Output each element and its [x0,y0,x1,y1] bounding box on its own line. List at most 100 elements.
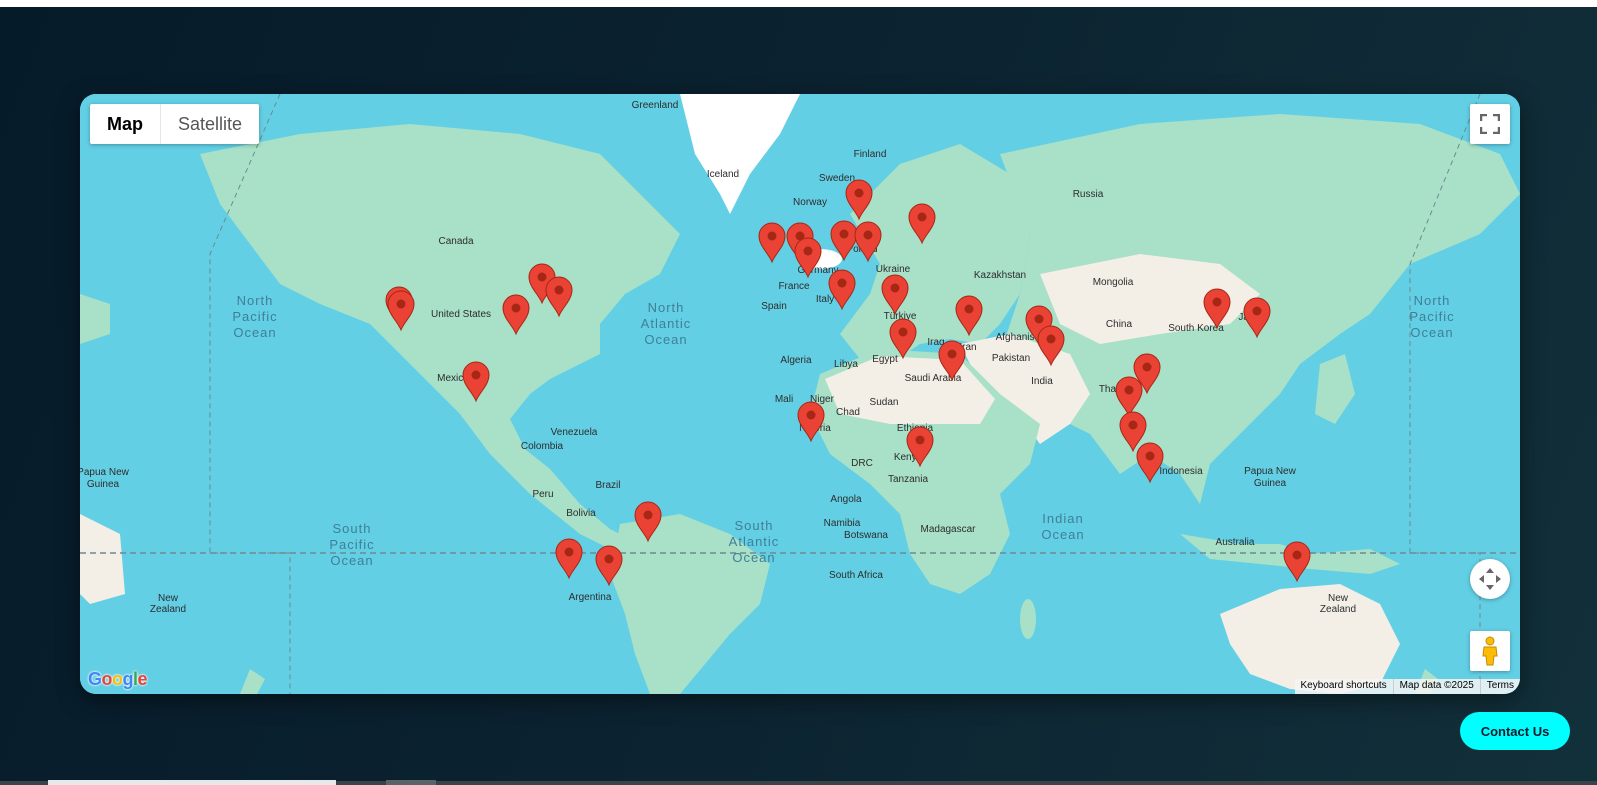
place-label: Libya [834,359,858,370]
marker-dot [837,278,847,288]
ocean-label: North Pacific Ocean [1409,293,1454,340]
google-logo-letter: g [122,669,134,689]
ocean-label-line: South [735,518,774,533]
ocean-label-line: Ocean [1041,527,1084,542]
marker-dot [964,304,974,314]
place-label: Colombia [521,441,564,452]
ocean-label-line: Ocean [644,332,687,347]
ocean-label-line: Pacific [1409,309,1454,324]
bottom-scrollbar-thumb[interactable] [48,780,336,785]
map-type-control: Map Satellite [90,104,260,144]
place-label: Greenland [632,100,679,111]
marker-dot [1145,451,1155,461]
place-label: Guinea [87,479,120,490]
place-label: Iceland [707,169,739,180]
marker-dot [854,188,864,198]
google-logo-letter: o [112,669,123,689]
place-label: Pakistan [992,353,1030,364]
map-type-satellite-button[interactable]: Satellite [161,104,259,144]
marker-dot [767,231,777,241]
place-label: China [1106,319,1133,330]
world-map[interactable]: North Pacific OceanNorth Atlantic OceanNorth… [80,94,1520,694]
place-label: Bolivia [566,508,596,519]
place-label: Australia [1216,537,1255,548]
ocean-label-line: Atlantic [729,534,780,549]
place-label: Guinea [1254,478,1287,489]
marker-dot [1252,306,1262,316]
fullscreen-icon [1480,114,1500,134]
place-label: Egypt [872,354,898,365]
place-label: Peru [532,489,553,500]
place-label: South Africa [829,570,883,581]
marker-dot [803,246,813,256]
ocean-label-line: North [648,300,685,315]
ocean-label-line: South [333,521,372,536]
terms-link[interactable]: Terms [1479,679,1520,694]
marker-dot [839,229,849,239]
marker-dot [396,299,406,309]
marker-dot [1128,420,1138,430]
ocean-label: South Pacific Ocean [329,521,374,568]
ocean-label-line: Ocean [330,553,373,568]
place-label: Botswana [844,530,888,541]
place-label: New [1328,593,1349,604]
marker-dot [890,283,900,293]
keyboard-shortcuts-link[interactable]: Keyboard shortcuts [1295,679,1393,694]
marker-dot [947,349,957,359]
place-label: Italy [816,294,834,305]
ocean-label: South Atlantic Ocean [729,518,780,565]
marker-dot [806,410,816,420]
place-label: New [158,593,179,604]
fullscreen-button[interactable] [1470,104,1510,144]
ocean-label-line: North [1414,293,1451,308]
place-label: Venezuela [551,427,598,438]
place-label: United States [431,309,491,320]
place-label: Papua New [1244,466,1296,477]
marker-dot [1142,362,1152,372]
place-label: Ukraine [876,264,911,275]
google-logo[interactable]: Google [88,669,148,690]
place-label: Canada [438,236,473,247]
contact-us-button[interactable]: Contact Us [1460,712,1570,750]
place-label: Zealand [150,604,186,615]
marker-dot [1034,314,1044,324]
place-label: Zealand [1320,604,1356,615]
ocean-label-line: Indian [1042,511,1083,526]
marker-dot [511,303,521,313]
google-logo-letter: o [101,669,113,689]
marker-dot [1124,385,1134,395]
move-arrows-icon [1479,568,1501,590]
place-label: DRC [851,458,873,469]
map-type-map-button[interactable]: Map [90,104,161,144]
marker-dot [917,212,927,222]
marker-dot [564,547,574,557]
place-label: Indonesia [1159,466,1203,477]
map-data-text: Map data ©2025 [1392,679,1480,694]
marker-dot [471,370,481,380]
marker-dot [1292,550,1302,560]
marker-dot [1212,297,1222,307]
place-label: India [1031,376,1053,387]
place-label: Sudan [870,397,899,408]
ocean-label-line: Ocean [732,550,775,565]
map-container[interactable]: North Pacific Ocean North Atlantic Ocean North… [80,94,1520,694]
place-label: Mali [775,394,793,405]
place-label: France [778,281,810,292]
place-label: Norway [793,197,827,208]
ocean-label: Indian Ocean [1041,511,1084,542]
place-label: Angola [830,494,862,505]
ocean-label: North Pacific Ocean [232,293,277,340]
street-view-pegman-button[interactable] [1470,631,1510,671]
place-label: Mongolia [1093,277,1134,288]
place-label: Chad [836,407,860,418]
camera-control-button[interactable] [1470,559,1510,599]
land-madagascar [1020,599,1036,639]
marker-dot [643,510,653,520]
marker-dot [554,285,564,295]
place-label: Algeria [780,355,812,366]
map-attribution: Keyboard shortcuts Map data ©2025 Terms [1294,679,1520,694]
place-label: Namibia [824,518,861,529]
place-label: Madagascar [920,524,976,535]
place-label: Finland [854,149,887,160]
place-label: Argentina [569,592,612,603]
